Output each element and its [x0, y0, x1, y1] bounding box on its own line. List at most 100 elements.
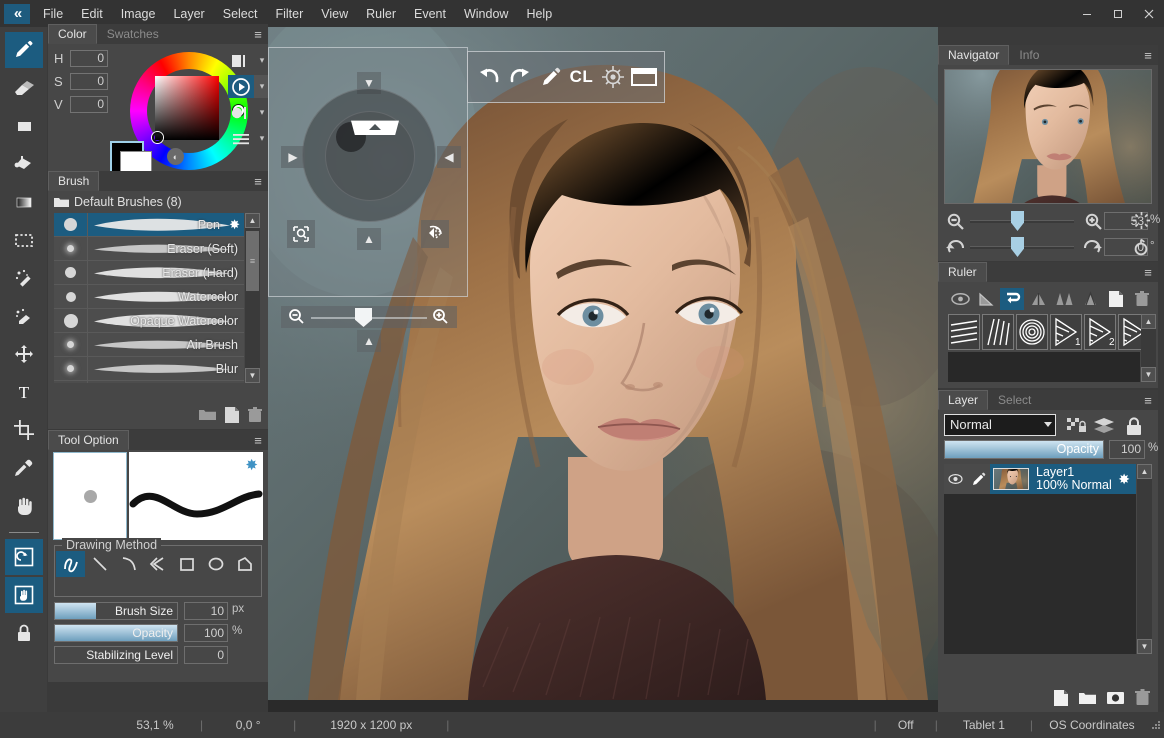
circle-color-mode-button[interactable]	[228, 101, 254, 124]
tab-brush[interactable]: Brush	[48, 171, 100, 191]
ellipse-method-button[interactable]	[201, 551, 230, 577]
text-tool[interactable]: T	[5, 374, 43, 410]
curve-method-button[interactable]	[114, 551, 143, 577]
rotate-right-icon[interactable]	[1082, 235, 1104, 259]
hue-field[interactable]: 0	[70, 50, 108, 67]
hand-tool[interactable]	[5, 488, 43, 524]
cl-button[interactable]: CL	[568, 63, 596, 91]
tab-tool-option[interactable]: Tool Option	[48, 430, 129, 450]
opacity-field[interactable]: 100	[184, 624, 228, 642]
brush-group-header[interactable]: Default Brushes (8)	[48, 191, 268, 213]
brush-scrollbar[interactable]: ▲ ≡ ▼	[245, 213, 260, 383]
new-ruler-icon[interactable]	[1104, 288, 1128, 310]
zoom-in-icon[interactable]	[1082, 209, 1104, 233]
select-pen-tool[interactable]	[5, 298, 43, 334]
wheel-color-mode-button[interactable]	[228, 75, 254, 98]
hud-arrow-left[interactable]: ▶	[281, 146, 305, 168]
brush-list-item[interactable]: Blur	[54, 357, 244, 381]
tool-option-menu-icon[interactable]: ≡	[248, 430, 268, 450]
new-folder-icon[interactable]	[1079, 691, 1096, 705]
value-field[interactable]: 0	[70, 96, 108, 113]
target-button[interactable]	[599, 63, 627, 91]
brush-list-item[interactable]: Watercolor	[54, 285, 244, 309]
tab-ruler[interactable]: Ruler	[938, 262, 987, 282]
navigator-rotation-thumb[interactable]	[1011, 237, 1024, 257]
saturation-field[interactable]: 0	[70, 73, 108, 90]
brush-settings-gear-icon[interactable]: ✸	[245, 456, 258, 474]
brush-size-slider[interactable]: Brush Size	[54, 602, 178, 620]
brush-list-item[interactable]: Opaque Watercolor	[54, 309, 244, 333]
fit-screen-button[interactable]	[287, 220, 315, 248]
gradient-tool[interactable]	[5, 184, 43, 220]
pencil-button[interactable]	[537, 63, 565, 91]
navigator-thumbnail[interactable]	[944, 69, 1152, 204]
layer-opacity-slider[interactable]: Opacity	[944, 440, 1104, 459]
perspective-3-icon[interactable]	[1078, 288, 1102, 310]
ruler-list[interactable]	[948, 352, 1140, 382]
zoom-out-icon[interactable]	[944, 209, 966, 233]
minimize-button[interactable]	[1071, 0, 1102, 27]
delete-ruler-icon[interactable]	[1130, 288, 1154, 310]
rotate-canvas-tool[interactable]	[4, 539, 43, 575]
menu-help[interactable]: Help	[517, 4, 561, 24]
trash-icon[interactable]	[1135, 689, 1150, 706]
ruler-shape-icon[interactable]	[974, 288, 998, 310]
layer-visibility-toggle[interactable]	[944, 464, 967, 494]
brush-scroll-thumb[interactable]: ≡	[246, 231, 259, 291]
square-color-mode-button[interactable]	[228, 49, 254, 72]
blend-mode-select[interactable]: Normal	[944, 414, 1056, 436]
resize-grip-icon[interactable]	[1151, 720, 1161, 730]
polyline-method-button[interactable]	[143, 551, 172, 577]
hud-zoom-thumb[interactable]	[355, 308, 372, 327]
close-button[interactable]	[1133, 0, 1164, 27]
layer-scrollbar[interactable]: ▲ ▼	[1137, 464, 1152, 654]
layer-stack-icon[interactable]	[1093, 416, 1115, 436]
layer-list-item[interactable]: Layer1 100% Normal ✸	[944, 464, 1136, 494]
brush-settings-gear-icon[interactable]: ✸	[229, 217, 240, 233]
saturation-value-box[interactable]	[155, 76, 219, 140]
trash-icon[interactable]	[248, 407, 262, 423]
menu-select[interactable]: Select	[214, 4, 267, 24]
tab-navigator[interactable]: Navigator	[938, 45, 1010, 65]
navigator-zoom-thumb[interactable]	[1011, 211, 1024, 231]
layer-scroll-up[interactable]: ▲	[1137, 464, 1152, 479]
brush-list-item[interactable]: Eraser (Soft)	[54, 237, 244, 261]
rotation-dial-handle[interactable]	[351, 120, 399, 135]
vanishing-ruler-icon[interactable]	[982, 314, 1014, 350]
folder-icon[interactable]	[199, 408, 216, 422]
tab-layer[interactable]: Layer	[938, 390, 989, 410]
reset-zoom-icon[interactable]	[1130, 208, 1152, 232]
stabilizing-slider[interactable]: Stabilizing Level	[54, 646, 178, 664]
tab-color[interactable]: Color	[48, 24, 97, 44]
radial-ruler-2-icon[interactable]: 2	[1084, 314, 1116, 350]
brush-panel-menu-icon[interactable]: ≡	[248, 171, 268, 191]
maximize-button[interactable]	[1102, 0, 1133, 27]
new-brush-icon[interactable]	[225, 407, 239, 423]
radial-ruler-1-icon[interactable]: 1	[1050, 314, 1082, 350]
hud-arrow-right[interactable]: ◀	[437, 146, 461, 168]
tab-select[interactable]: Select	[988, 390, 1041, 410]
concentric-ruler-icon[interactable]	[1016, 314, 1048, 350]
parallel-ruler-icon[interactable]	[948, 314, 980, 350]
rotate-left-icon[interactable]	[944, 235, 966, 259]
menu-window[interactable]: Window	[455, 4, 517, 24]
move-tool[interactable]	[5, 336, 43, 372]
swap-colors-icon[interactable]: ◐	[167, 148, 184, 165]
hud-zoom-slider[interactable]	[281, 306, 457, 328]
bucket-tool[interactable]	[5, 146, 43, 182]
opacity-slider[interactable]: Opacity	[54, 624, 178, 642]
canvas-navigation-hud[interactable]: ▼ ▶ ◀ ▲ ▲	[268, 47, 468, 352]
brush-list-item[interactable]: Pen ✸	[54, 213, 244, 237]
ruler-menu-icon[interactable]: ≡	[1138, 262, 1158, 282]
rectangle-method-button[interactable]	[172, 551, 201, 577]
brush-scroll-up[interactable]: ▲	[245, 213, 260, 228]
new-layer-icon[interactable]	[1054, 689, 1068, 706]
ruler-scrollbar[interactable]: ▲ ▼	[1141, 314, 1156, 382]
stabilizing-field[interactable]: 0	[184, 646, 228, 664]
layer-edit-toggle[interactable]	[967, 464, 990, 494]
menu-image[interactable]: Image	[112, 4, 165, 24]
freehand-method-button[interactable]	[56, 551, 85, 577]
chevron-down-icon[interactable]	[1044, 422, 1052, 427]
tab-swatches[interactable]: Swatches	[97, 24, 169, 44]
select-tool[interactable]	[5, 222, 43, 258]
